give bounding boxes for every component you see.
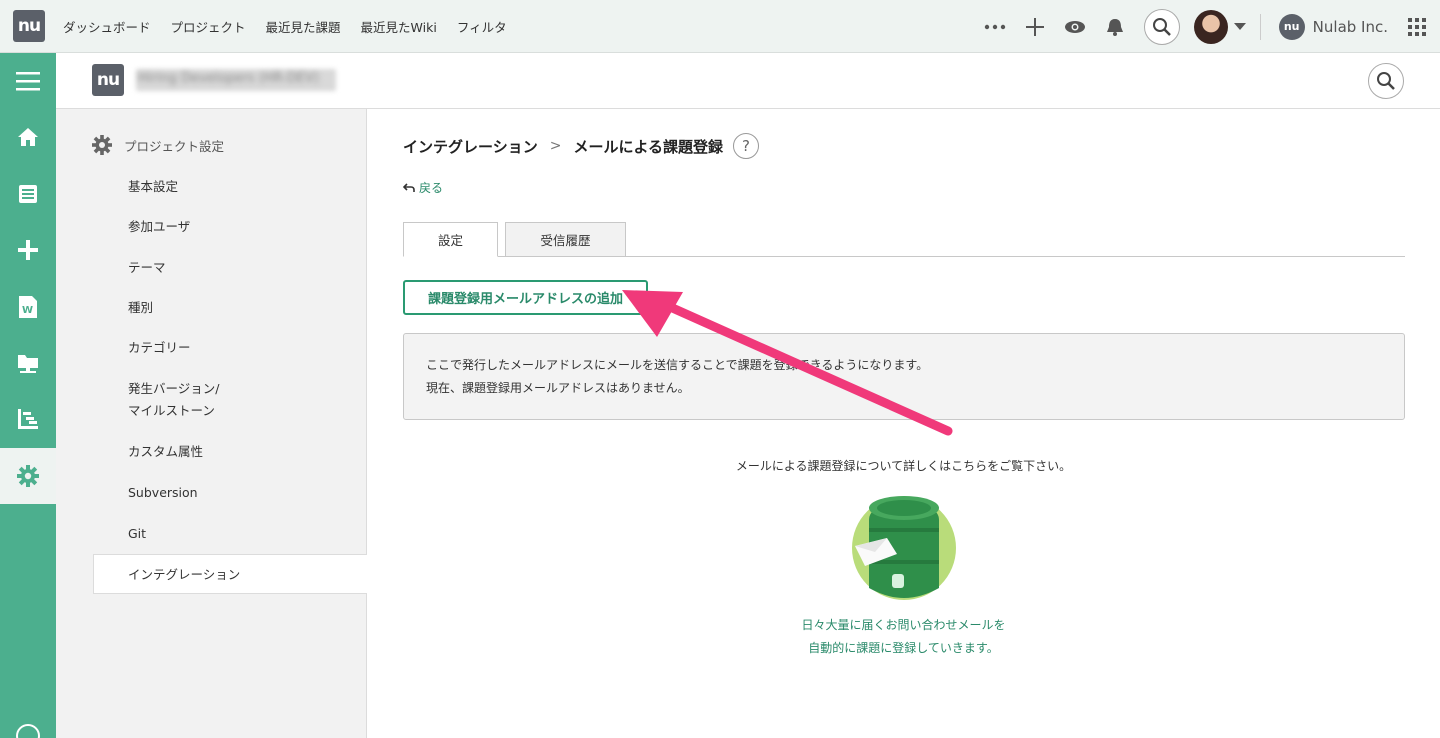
back-link[interactable]: 戻る — [403, 179, 443, 196]
search-icon — [1377, 72, 1395, 90]
nav-projects[interactable]: プロジェクト — [171, 17, 246, 36]
divider — [1259, 13, 1261, 40]
wiki-icon[interactable]: W — [0, 279, 56, 335]
top-navigation-bar: nu ダッシュボード プロジェクト 最近見た課題 最近見たWiki フィルタ n… — [0, 0, 1440, 53]
breadcrumb: インテグレーション > メールによる課題登録 ? — [403, 133, 759, 159]
promo-text[interactable]: 日々大量に届くお問い合わせメールを 自動的に課題に登録していきます。 — [367, 614, 1440, 660]
menu-hamburger-icon[interactable] — [0, 53, 56, 109]
menu-integration-label: インテグレーション — [128, 567, 241, 582]
add-issue-icon[interactable] — [0, 222, 56, 278]
tab-bar: 設定 受信履歴 — [403, 222, 1405, 257]
menu-milestones[interactable]: マイルストーン — [128, 400, 215, 422]
notification-bell-icon[interactable] — [1104, 16, 1126, 38]
settings-menu: プロジェクト設定 基本設定 参加ユーザ テーマ 種別 カテゴリー 発生バージョン… — [56, 109, 368, 738]
info-line-2: 現在、課題登録用メールアドレスはありません。 — [426, 381, 690, 395]
more-info-link[interactable]: メールによる課題登録について詳しくはこちらをご覧下さい。 — [367, 457, 1440, 474]
breadcrumb-separator: > — [549, 138, 562, 154]
top-actions: nu Nulab Inc. — [984, 0, 1440, 53]
promo-line-2: 自動的に課題に登録していきます。 — [808, 641, 999, 655]
nav-filters[interactable]: フィルタ — [457, 17, 507, 36]
menu-basic-settings[interactable]: 基本設定 — [128, 176, 178, 198]
info-line-1: ここで発行したメールアドレスにメールを送信することで課題を登録できるようになりま… — [426, 358, 929, 372]
gear-icon — [92, 135, 112, 155]
user-avatar[interactable] — [1193, 9, 1228, 44]
menu-integration[interactable]: インテグレーション — [93, 554, 368, 594]
global-search-button[interactable] — [1143, 8, 1180, 45]
backlog-logo[interactable]: nu — [13, 10, 45, 42]
back-arrow-icon — [403, 182, 415, 192]
nav-recent-wiki[interactable]: 最近見たWiki — [361, 17, 437, 36]
menu-categories[interactable]: カテゴリー — [128, 337, 191, 359]
search-icon — [1152, 17, 1171, 36]
home-icon[interactable] — [0, 109, 56, 165]
promo-line-1: 日々大量に届くお問い合わせメールを — [801, 618, 1006, 632]
project-search-button[interactable] — [1368, 63, 1404, 99]
gantt-chart-icon[interactable] — [0, 391, 56, 447]
nav-recent-issues[interactable]: 最近見た課題 — [266, 17, 341, 36]
mailbox-illustration — [852, 496, 956, 600]
back-label: 戻る — [419, 181, 444, 195]
help-icon[interactable] — [0, 708, 56, 738]
menu-custom-fields[interactable]: カスタム属性 — [128, 441, 203, 463]
add-email-address-button[interactable]: 課題登録用メールアドレスの追加 — [403, 280, 648, 315]
project-sidebar: W — [0, 53, 56, 738]
menu-subversion[interactable]: Subversion — [128, 482, 198, 504]
add-icon[interactable] — [1024, 16, 1046, 38]
project-name[interactable]: Hiring Developers (HR-DEV) — [138, 71, 319, 86]
more-icon[interactable] — [984, 16, 1006, 38]
menu-issue-types[interactable]: 種別 — [128, 297, 153, 319]
watch-eye-icon[interactable] — [1064, 16, 1086, 38]
info-box: ここで発行したメールアドレスにメールを送信することで課題を登録できるようになりま… — [403, 333, 1405, 420]
project-logo[interactable]: nu — [92, 64, 124, 96]
issues-list-icon[interactable] — [0, 166, 56, 222]
tab-settings[interactable]: 設定 — [403, 222, 498, 257]
svg-text:W: W — [22, 305, 33, 316]
org-logo[interactable]: nu — [1278, 13, 1305, 40]
breadcrumb-integration[interactable]: インテグレーション — [403, 136, 538, 157]
page-title: メールによる課題登録 — [573, 137, 723, 156]
nav-dashboard[interactable]: ダッシュボード — [63, 17, 151, 36]
main-content: インテグレーション > メールによる課題登録 ? 戻る 設定 受信履歴 課題登録… — [367, 109, 1440, 738]
menu-versions[interactable]: 発生バージョン/ — [128, 378, 219, 400]
menu-theme[interactable]: テーマ — [128, 257, 166, 279]
settings-gear-icon[interactable] — [0, 448, 56, 504]
tab-receive-history[interactable]: 受信履歴 — [505, 222, 626, 257]
files-folder-icon[interactable] — [0, 335, 56, 391]
settings-title: プロジェクト設定 — [92, 135, 224, 155]
global-nav: ダッシュボード プロジェクト 最近見た課題 最近見たWiki フィルタ — [63, 0, 507, 53]
chevron-down-icon[interactable] — [1233, 23, 1246, 30]
project-header: nu Hiring Developers (HR-DEV) — [56, 53, 1440, 109]
org-name[interactable]: Nulab Inc. — [1313, 18, 1388, 36]
menu-git[interactable]: Git — [128, 523, 146, 545]
apps-grid-icon[interactable] — [1408, 17, 1426, 36]
menu-members[interactable]: 参加ユーザ — [128, 216, 190, 238]
help-button[interactable]: ? — [733, 133, 759, 159]
settings-title-label: プロジェクト設定 — [124, 138, 225, 154]
